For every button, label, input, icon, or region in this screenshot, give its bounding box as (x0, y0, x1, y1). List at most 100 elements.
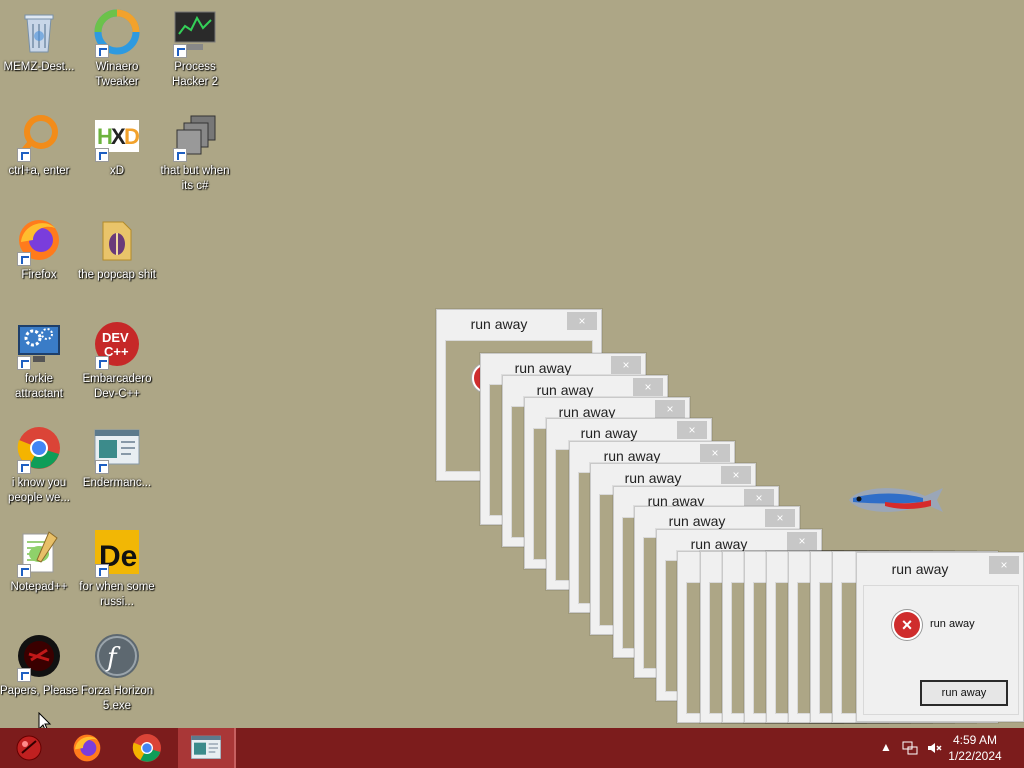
desktop-icon-firefox[interactable]: Firefox (0, 216, 78, 283)
window-app-icon (93, 424, 141, 474)
desktop-icon-forza-horizon[interactable]: f Forza Horizon 5.exe (78, 632, 156, 714)
close-button[interactable]: × (655, 400, 685, 418)
shortcut-arrow-icon (17, 668, 31, 682)
shortcut-arrow-icon (95, 564, 109, 578)
svg-text:D: D (124, 124, 140, 149)
desktop-icon-label: for when some russi... (79, 581, 155, 608)
dialog-title: run away (536, 382, 594, 398)
desktop-icon-label: the popcap shit (78, 269, 157, 281)
firefox-icon (15, 216, 63, 266)
papers-please-icon (15, 632, 63, 682)
desktop-icon-label: i know you people we... (7, 477, 70, 504)
dialog-title: run away (580, 425, 638, 441)
shortcut-arrow-icon (173, 44, 187, 58)
devcpp-icon: DEV C++ (93, 320, 141, 370)
svg-text:DEV: DEV (102, 330, 129, 345)
taskbar-window-app[interactable] (178, 728, 236, 768)
clock-time: 4:59 AM (952, 733, 998, 747)
shortcut-arrow-icon (95, 356, 109, 370)
taskbar-firefox[interactable] (58, 728, 116, 768)
close-button[interactable]: × (765, 509, 795, 527)
desktop-icon-label: Winaero Tweaker (95, 61, 139, 88)
flash-icon: f (93, 632, 141, 680)
de-icon: De (93, 528, 141, 578)
settings-monitor-icon (15, 320, 63, 370)
desktop-icon-label: ctrl+a, enter (8, 165, 70, 177)
fish-icon (845, 482, 945, 523)
desktop-icon-the-popcap-shit[interactable]: the popcap shit (78, 216, 156, 283)
desktop-icon-xd[interactable]: HXD xD (78, 112, 156, 179)
desktop-icon-label: MEMZ-Dest... (3, 61, 75, 73)
hxd-icon: HXD (93, 112, 141, 162)
shortcut-arrow-icon (95, 148, 109, 162)
network-icon[interactable] (902, 740, 918, 756)
recycle-bin-icon (15, 8, 63, 56)
dialog-title: run away (624, 470, 682, 486)
close-button[interactable]: × (787, 532, 817, 550)
desktop-icon-label: xD (109, 165, 125, 177)
close-button[interactable]: × (700, 444, 730, 462)
close-button[interactable]: × (744, 489, 774, 507)
desktop-icon-ctrl-a-enter[interactable]: ctrl+a, enter (0, 112, 78, 179)
start-orb-icon (16, 735, 42, 761)
desktop-icon-label: Papers, Please (0, 685, 78, 697)
desktop-icon-forkie-attractant[interactable]: forkie attractant (0, 320, 78, 402)
shortcut-arrow-icon (17, 356, 31, 370)
dialog-titlebar[interactable]: run away × (857, 553, 1023, 583)
shortcut-arrow-icon (173, 148, 187, 162)
desktop-icon-label: Embarcadero Dev-C++ (82, 373, 152, 400)
show-hidden-icons-chevron-icon[interactable]: ▲ (880, 740, 892, 754)
desktop-icon-memz[interactable]: MEMZ-Dest... (0, 8, 78, 75)
dialog-title: run away (470, 316, 528, 332)
shortcut-arrow-icon (95, 44, 109, 58)
clock-date: 1/22/2024 (948, 749, 1002, 763)
close-button[interactable]: × (633, 378, 663, 396)
desktop-icon-winaero-tweaker[interactable]: Winaero Tweaker (78, 8, 156, 90)
stacked-windows-icon (171, 112, 219, 162)
dialog-message: run away (930, 618, 975, 630)
desktop-icon-chrome[interactable]: i know you people we... (0, 424, 78, 506)
close-button[interactable]: × (611, 356, 641, 374)
notepadpp-icon (15, 528, 63, 578)
close-button[interactable]: × (721, 466, 751, 484)
desktop-icon-label: Notepad++ (10, 581, 68, 593)
shortcut-arrow-icon (95, 460, 109, 474)
dialog-title: run away (690, 536, 748, 552)
run-away-button[interactable]: run away (920, 680, 1008, 706)
clock[interactable]: 4:59 AM 1/22/2024 (940, 732, 1010, 764)
desktop-icon-label: Process Hacker 2 (171, 61, 219, 88)
desktop-icon-endermanch[interactable]: Endermanc... (78, 424, 156, 491)
shortcut-arrow-icon (17, 460, 31, 474)
winaero-icon (93, 8, 141, 58)
start-button[interactable] (0, 728, 58, 768)
desktop-icon-that-but-when-its-csharp[interactable]: that but when its c# (156, 112, 234, 194)
magnifier-icon (15, 112, 63, 162)
desktop-icon-notepadpp[interactable]: Notepad++ (0, 528, 78, 595)
desktop-icon-papers-please[interactable]: Papers, Please (0, 632, 78, 699)
dialog-title: run away (514, 360, 572, 376)
desktop-icon-embarcadero-devcpp[interactable]: DEV C++ Embarcadero Dev-C++ (78, 320, 156, 402)
process-hacker-icon (171, 8, 219, 58)
folder-icon (93, 216, 141, 264)
close-button[interactable]: × (567, 312, 597, 330)
desktop-icon-label: forkie attractant (15, 373, 63, 400)
desktop-icon-process-hacker[interactable]: Process Hacker 2 (156, 8, 234, 90)
firefox-icon (73, 734, 101, 762)
system-tray: ▲ 4:59 AM 1/22/2024 (864, 728, 1024, 768)
close-button[interactable]: × (989, 556, 1019, 574)
dialog-titlebar[interactable]: run away × (437, 310, 601, 340)
error-icon: × (892, 610, 922, 640)
taskbar-chrome[interactable] (118, 728, 176, 768)
chrome-icon (132, 734, 161, 762)
taskbar: ▲ 4:59 AM 1/22/2024 (0, 728, 1024, 768)
close-button[interactable]: × (677, 421, 707, 439)
shortcut-arrow-icon (17, 564, 31, 578)
shortcut-arrow-icon (17, 148, 31, 162)
desktop-icon-label: Endermanc... (82, 477, 152, 489)
desktop-icon-for-when-some-russi[interactable]: De for when some russi... (78, 528, 156, 610)
dialog-body: × run away run away (863, 585, 1019, 715)
dialog-title: run away (891, 561, 949, 577)
chrome-icon (15, 424, 63, 474)
dialog-window-front[interactable]: run away × × run away run away (856, 552, 1024, 722)
desktop-icon-label: Forza Horizon 5.exe (80, 685, 154, 712)
